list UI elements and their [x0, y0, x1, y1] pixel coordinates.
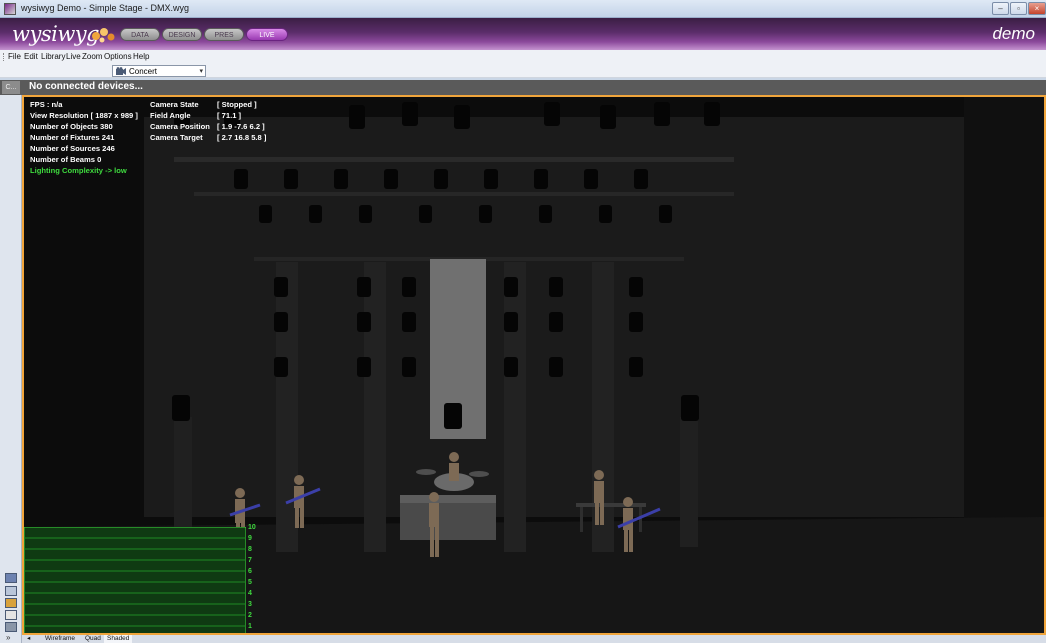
hud-fixture-count: Number of Fixtures 241: [30, 133, 115, 142]
view-tool-icon[interactable]: [5, 622, 17, 632]
minimize-button[interactable]: –: [992, 2, 1009, 15]
hud-source-count: Number of Sources 246: [30, 144, 115, 153]
tab-quad[interactable]: Quad: [82, 635, 104, 643]
hud-beam-count: Number of Beams 0: [30, 155, 102, 164]
menu-file[interactable]: File: [8, 52, 21, 61]
device-status-message: No connected devices...: [29, 81, 143, 92]
scene-select-value: Concert: [129, 67, 158, 76]
menu-zoom[interactable]: Zoom: [82, 52, 102, 61]
scene-select[interactable]: Concert ▾: [112, 65, 206, 77]
hud-object-count: Number of Objects 380: [30, 122, 113, 131]
close-button[interactable]: ×: [1028, 2, 1046, 15]
hud-camera-target-value: [ 2.7 16.8 5.8 ]: [217, 133, 267, 142]
mode-header: wysiwyg DATA DESIGN PRES LIVE demo: [0, 18, 1046, 50]
level-meter: [24, 527, 246, 633]
scene-icon: [116, 67, 126, 75]
maximize-button[interactable]: ▫: [1010, 2, 1027, 15]
left-tool-strip: »: [0, 95, 22, 643]
mode-tab-data[interactable]: DATA: [120, 28, 160, 41]
mode-tab-pres[interactable]: PRES: [204, 28, 244, 41]
meter-level-6: 6: [248, 568, 252, 575]
hud-camera-position-value: [ 1.9 -7.6 6.2 ]: [217, 122, 265, 131]
meter-level-4: 4: [248, 590, 252, 597]
edition-label: demo: [992, 24, 1035, 43]
mode-tab-design[interactable]: DESIGN: [162, 28, 202, 41]
menu-grip: [3, 53, 5, 61]
menu-options[interactable]: Options: [104, 52, 132, 61]
meter-level-5: 5: [248, 579, 252, 586]
render-tool-icon[interactable]: [5, 586, 17, 596]
hud-camera-state-value: [ Stopped ]: [217, 100, 257, 109]
logo-mark-icon: [92, 28, 115, 43]
title-bar: wysiwyg Demo - Simple Stage - DMX.wyg – …: [0, 0, 1046, 18]
wysiwyg-logo: wysiwyg: [12, 22, 100, 46]
dmx-tool-icon[interactable]: [5, 610, 17, 620]
tab-wireframe[interactable]: Wireframe: [42, 635, 78, 643]
hud-field-angle-value: [ 71.1 ]: [217, 111, 242, 120]
tab-shaded[interactable]: Shaded: [104, 635, 133, 643]
mode-tab-live[interactable]: LIVE: [246, 28, 288, 41]
hud-view-resolution: View Resolution [ 1887 x 989 ]: [30, 111, 138, 120]
3d-viewport[interactable]: FPS : n/a View Resolution [ 1887 x 989 ]…: [22, 95, 1046, 635]
meter-level-3: 3: [248, 601, 252, 608]
hud-fps: FPS : n/a: [30, 100, 63, 109]
menu-library[interactable]: Library: [41, 52, 65, 61]
camera-tool-icon[interactable]: [5, 573, 17, 583]
chevron-down-icon: ▾: [199, 68, 203, 75]
toolbar: Concert ▾: [0, 64, 1046, 78]
hud-lighting-complexity: Lighting Complexity -> low: [30, 166, 127, 175]
collapse-tab[interactable]: C...: [2, 81, 20, 94]
hud-camera-position-label: Camera Position: [150, 122, 210, 131]
menu-help[interactable]: Help: [133, 52, 149, 61]
menu-bar: File Edit Library Live Zoom Options Help: [0, 50, 1046, 64]
meter-level-8: 8: [248, 546, 252, 553]
hud-camera-state-label: Camera State: [150, 100, 199, 109]
device-status-bar: C... No connected devices...: [0, 80, 1046, 95]
meter-level-7: 7: [248, 557, 252, 564]
meter-level-1: 1: [248, 623, 252, 630]
menu-live[interactable]: Live: [66, 52, 81, 61]
window-title: wysiwyg Demo - Simple Stage - DMX.wyg: [21, 3, 190, 13]
meter-level-2: 2: [248, 612, 252, 619]
menu-edit[interactable]: Edit: [24, 52, 38, 61]
meter-level-10: 10: [248, 524, 256, 531]
view-tabs: ◂ Wireframe Quad Shaded: [22, 635, 1046, 643]
color-tool-icon[interactable]: [5, 598, 17, 608]
hud-camera-target-label: Camera Target: [150, 133, 203, 142]
hud-field-angle-label: Field Angle: [150, 111, 191, 120]
tab-scroll-left-icon[interactable]: ◂: [24, 635, 33, 643]
expand-icon[interactable]: »: [6, 633, 10, 642]
meter-level-9: 9: [248, 535, 252, 542]
app-icon: [4, 3, 16, 15]
